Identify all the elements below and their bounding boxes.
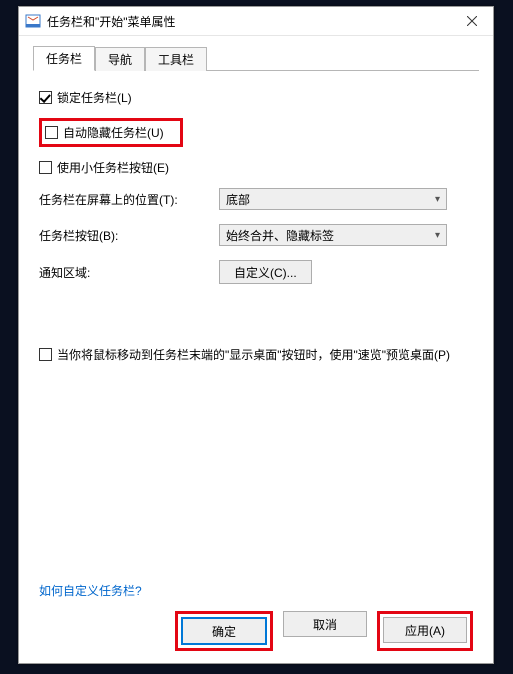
chevron-down-icon: ▾ <box>435 230 440 241</box>
taskbar-buttons-combo[interactable]: 始终合并、隐藏标签 ▾ <box>219 224 447 246</box>
position-combo[interactable]: 底部 ▾ <box>219 188 447 210</box>
peek-desktop-row[interactable]: 当你将鼠标移动到任务栏末端的"显示桌面"按钮时，使用"速览"预览桌面(P) <box>39 346 473 363</box>
taskbar-buttons-label: 任务栏按钮(B): <box>39 227 219 244</box>
checkbox-auto-hide[interactable] <box>45 126 58 139</box>
howto-link[interactable]: 如何自定义任务栏? <box>39 584 142 598</box>
dialog-actions: 确定 取消 应用(A) <box>39 611 473 651</box>
lock-taskbar-row[interactable]: 锁定任务栏(L) <box>39 89 473 106</box>
apply-highlight: 应用(A) <box>377 611 473 651</box>
position-label: 任务栏在屏幕上的位置(T): <box>39 191 219 208</box>
cancel-button[interactable]: 取消 <box>283 611 367 637</box>
position-value: 底部 <box>226 191 250 208</box>
checkbox-peek-desktop[interactable] <box>39 348 52 361</box>
auto-hide-row: 自动隐藏任务栏(U) <box>39 118 473 147</box>
notify-area-label: 通知区域: <box>39 264 219 281</box>
small-buttons-label: 使用小任务栏按钮(E) <box>57 159 169 176</box>
tab-body: 锁定任务栏(L) 自动隐藏任务栏(U) 使用小任务栏按钮(E) 任务栏在屏幕上的… <box>33 71 479 651</box>
taskbar-buttons-row: 任务栏按钮(B): 始终合并、隐藏标签 ▾ <box>39 224 473 246</box>
window-title: 任务栏和"开始"菜单属性 <box>47 13 451 30</box>
bottom-area: 如何自定义任务栏? 确定 取消 应用(A) <box>39 582 473 651</box>
tab-toolbars[interactable]: 工具栏 <box>145 47 207 71</box>
desktop-background: 任务栏和"开始"菜单属性 任务栏 导航 工具栏 锁定任务栏(L) <box>0 0 513 674</box>
titlebar[interactable]: 任务栏和"开始"菜单属性 <box>19 7 493 36</box>
properties-dialog: 任务栏和"开始"菜单属性 任务栏 导航 工具栏 锁定任务栏(L) <box>18 6 494 664</box>
customize-button[interactable]: 自定义(C)... <box>219 260 312 284</box>
ok-highlight: 确定 <box>175 611 273 651</box>
auto-hide-label[interactable]: 自动隐藏任务栏(U) <box>63 124 164 141</box>
tabstrip: 任务栏 导航 工具栏 <box>33 46 479 71</box>
client-area: 任务栏 导航 工具栏 锁定任务栏(L) 自动隐藏任务栏(U) 使 <box>19 36 493 663</box>
checkbox-lock-taskbar[interactable] <box>39 91 52 104</box>
close-button[interactable] <box>451 7 493 35</box>
spacer <box>39 298 473 346</box>
ok-button[interactable]: 确定 <box>181 617 267 645</box>
chevron-down-icon: ▾ <box>435 194 440 205</box>
tab-navigation[interactable]: 导航 <box>95 47 145 71</box>
window-icon <box>25 13 41 29</box>
apply-button[interactable]: 应用(A) <box>383 617 467 643</box>
tab-taskbar[interactable]: 任务栏 <box>33 46 95 71</box>
auto-hide-highlight: 自动隐藏任务栏(U) <box>39 118 183 147</box>
lock-taskbar-label: 锁定任务栏(L) <box>57 89 132 106</box>
small-buttons-row[interactable]: 使用小任务栏按钮(E) <box>39 159 473 176</box>
notify-area-row: 通知区域: 自定义(C)... <box>39 260 473 284</box>
position-row: 任务栏在屏幕上的位置(T): 底部 ▾ <box>39 188 473 210</box>
close-icon <box>467 16 477 26</box>
checkbox-small-buttons[interactable] <box>39 161 52 174</box>
taskbar-buttons-value: 始终合并、隐藏标签 <box>226 227 334 244</box>
peek-desktop-label: 当你将鼠标移动到任务栏末端的"显示桌面"按钮时，使用"速览"预览桌面(P) <box>57 346 450 363</box>
